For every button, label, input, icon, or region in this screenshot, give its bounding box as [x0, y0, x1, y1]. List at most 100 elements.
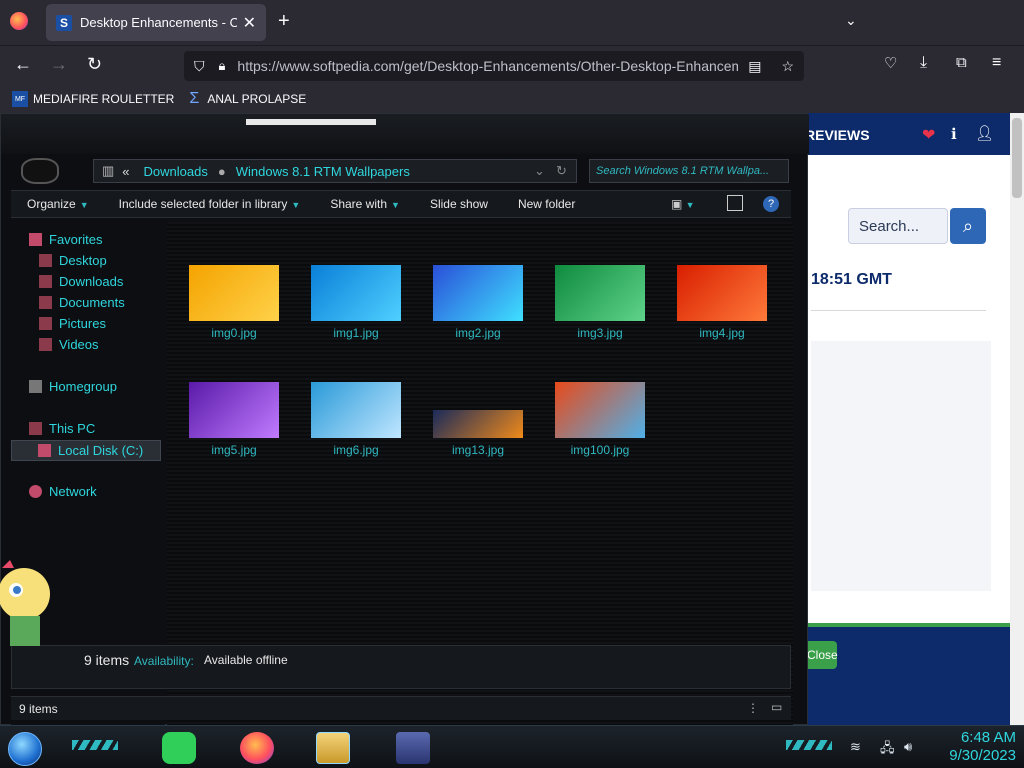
bookmark-second[interactable]: Σ ANAL PROLAPSE — [186, 90, 306, 107]
heart-icon[interactable]: ❤ — [922, 125, 935, 145]
slide-show-button[interactable]: Slide show — [430, 197, 488, 211]
pocket-icon[interactable]: ♡ — [884, 54, 897, 72]
thumbnail[interactable] — [555, 382, 645, 438]
help-icon[interactable]: ? — [763, 196, 779, 212]
thumbnail[interactable] — [433, 265, 523, 321]
address-dropdown-icon[interactable]: ⌄ — [534, 163, 545, 179]
nav-desktop[interactable]: Desktop — [39, 253, 107, 268]
taskbar: ≋ 🖧︎ 🔊︎ 6:48 AM 9/30/2023 — [0, 725, 1024, 768]
extensions-icon[interactable]: ⧉ — [956, 54, 967, 71]
organize-button[interactable]: Organize ▼ — [27, 197, 89, 211]
file-name[interactable]: img2.jpg — [423, 326, 533, 340]
nav-local-disk[interactable]: Local Disk (C:) — [11, 440, 161, 461]
new-tab-button[interactable]: + — [278, 10, 290, 33]
nav-this-pc[interactable]: This PC — [29, 421, 95, 436]
window-title-decoration — [1, 114, 809, 154]
address-bar[interactable]: ▥ « Downloads ● Windows 8.1 RTM Wallpape… — [93, 159, 577, 183]
thumbnail[interactable] — [677, 265, 767, 321]
title-strip — [246, 119, 376, 125]
network-tray-icon[interactable]: 🖧︎ — [880, 739, 895, 761]
thumbnail[interactable] — [189, 265, 279, 321]
status-text: 9 items — [19, 702, 58, 716]
file-name[interactable]: img1.jpg — [301, 326, 411, 340]
clock-date: 9/30/2023 — [949, 747, 1016, 764]
start-orb-icon[interactable] — [8, 732, 42, 766]
nav-pictures[interactable]: Pictures — [39, 316, 106, 331]
tab-close-icon[interactable]: ✕ — [243, 13, 256, 33]
show-hidden-icons[interactable]: ≋ — [850, 739, 861, 755]
bookmark-mediafire[interactable]: MF MEDIAFIRE ROULETTER — [12, 91, 174, 107]
volume-icon[interactable]: 🔊︎ — [904, 739, 912, 755]
green-button[interactable]: Close — [805, 641, 838, 669]
shield-icon[interactable]: ⛉ — [194, 58, 205, 75]
firefox-menu-icon[interactable] — [10, 12, 28, 30]
file-name[interactable]: img100.jpg — [545, 443, 655, 457]
scrollbar-thumb[interactable] — [1012, 118, 1022, 198]
thumbnail[interactable] — [311, 382, 401, 438]
footer-band — [805, 623, 1024, 725]
bookmark-star-icon[interactable]: ☆ — [781, 58, 794, 75]
refresh-icon[interactable]: ↻ — [556, 163, 567, 179]
folder-search-input[interactable]: Search Windows 8.1 RTM Wallpa... — [589, 159, 789, 183]
change-view-icon[interactable]: ▣ ▼ — [671, 197, 695, 211]
breadcrumb-separator-icon[interactable]: ● — [218, 164, 226, 179]
browser-nav-bar: ← → ↻ ⛉ 🔒︎ https://www.softpedia.com/get… — [0, 45, 1024, 85]
address-segment-downloads[interactable]: Downloads — [144, 164, 208, 179]
firefox-taskbar-icon[interactable] — [240, 732, 274, 764]
lock-icon[interactable]: 🔒︎ — [219, 58, 226, 74]
back-orb-icon[interactable] — [21, 158, 59, 184]
thumbnail[interactable] — [555, 265, 645, 321]
preview-pane-icon[interactable] — [727, 195, 743, 211]
videos-icon — [39, 338, 52, 351]
character-sticker — [0, 560, 50, 646]
user-icon[interactable]: 👤︎ — [975, 124, 994, 142]
nav-favorites[interactable]: Favorites — [29, 232, 102, 247]
file-name[interactable]: img0.jpg — [179, 326, 289, 340]
back-arrow-icon[interactable]: ← — [14, 54, 32, 75]
nav-documents[interactable]: Documents — [39, 295, 125, 310]
network-icon — [29, 485, 42, 498]
nav-reviews-link[interactable]: REVIEWS — [805, 127, 870, 143]
availability-value: Available offline — [204, 653, 288, 667]
tab-list-chevron-icon[interactable]: ⌄ — [845, 12, 857, 29]
address-segment-wallpapers[interactable]: Windows 8.1 RTM Wallpapers — [236, 164, 410, 179]
folder-icon: ▥ — [102, 163, 115, 178]
hamburger-menu-icon[interactable]: ≡ — [992, 54, 1001, 72]
file-name[interactable]: img6.jpg — [301, 443, 411, 457]
download-icon[interactable]: ⤓ — [920, 54, 927, 72]
file-name[interactable]: img5.jpg — [179, 443, 289, 457]
thumbnail[interactable] — [311, 265, 401, 321]
file-name[interactable]: img13.jpg — [423, 443, 533, 457]
nav-downloads[interactable]: Downloads — [39, 274, 123, 289]
mf-icon: MF — [12, 91, 28, 107]
nav-homegroup[interactable]: Homegroup — [29, 379, 117, 394]
url-bar[interactable]: ⛉ 🔒︎ https://www.softpedia.com/get/Deskt… — [184, 51, 804, 81]
nav-network[interactable]: Network — [29, 484, 97, 499]
thumbnail[interactable] — [189, 382, 279, 438]
file-explorer-taskbar-icon[interactable] — [316, 732, 350, 764]
new-folder-button[interactable]: New folder — [518, 197, 575, 211]
forward-arrow-icon[interactable]: → — [50, 54, 68, 75]
thumbnail[interactable] — [433, 410, 523, 438]
active-tab[interactable]: S Desktop Enhancements - Other Desktop E… — [46, 4, 266, 41]
taskbar-decoration — [72, 740, 118, 750]
file-name[interactable]: img4.jpg — [667, 326, 777, 340]
file-name[interactable]: img3.jpg — [545, 326, 655, 340]
share-with-button[interactable]: Share with ▼ — [330, 197, 400, 211]
system-clock[interactable]: 6:48 AM 9/30/2023 — [930, 729, 1016, 765]
url-text[interactable]: https://www.softpedia.com/get/Desktop-En… — [237, 58, 738, 74]
page-scrollbar[interactable] — [1010, 113, 1024, 725]
address-root[interactable]: « — [122, 164, 129, 179]
details-view-icon[interactable]: ⋮ — [747, 701, 759, 715]
reader-view-icon[interactable]: ▤ — [748, 58, 761, 75]
notes-app-icon[interactable] — [162, 732, 196, 764]
include-in-library-button[interactable]: Include selected folder in library ▼ — [119, 197, 301, 211]
explorer-window: ▥ « Downloads ● Windows 8.1 RTM Wallpape… — [0, 113, 809, 742]
large-icons-view-icon[interactable]: ▭ — [771, 700, 782, 714]
search-icon[interactable]: ⌕ — [950, 208, 986, 244]
control-panel-taskbar-icon[interactable] — [396, 732, 430, 764]
nav-videos[interactable]: Videos — [39, 337, 99, 352]
site-search-input[interactable]: Search... — [848, 208, 948, 244]
info-icon[interactable]: ℹ — [951, 125, 957, 143]
reload-icon[interactable]: ↻ — [87, 54, 102, 75]
